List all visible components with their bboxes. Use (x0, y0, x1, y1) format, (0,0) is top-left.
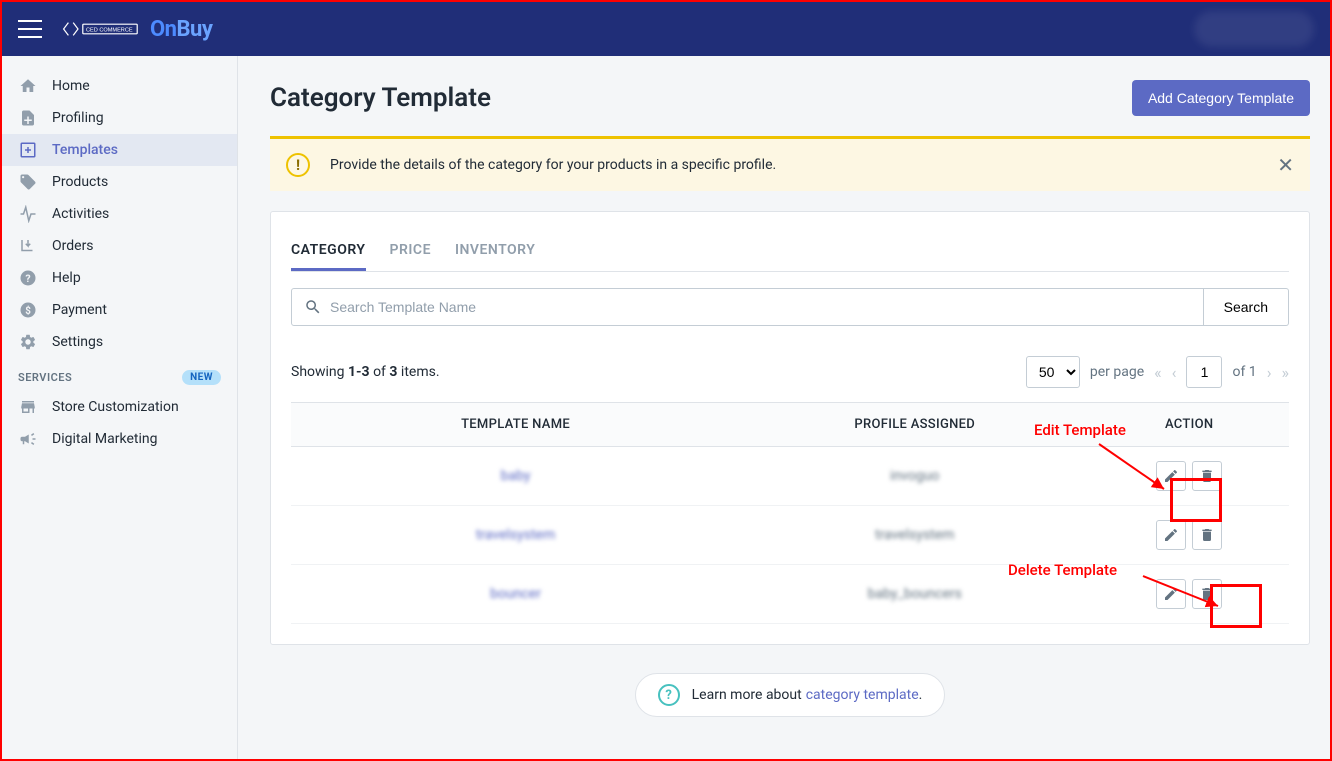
search-button[interactable]: Search (1204, 288, 1289, 326)
edit-button[interactable] (1156, 579, 1186, 609)
pager-prev[interactable]: ‹ (1172, 363, 1177, 382)
nav-store-customization[interactable]: Store Customization (2, 391, 237, 423)
add-category-template-button[interactable]: Add Category Template (1132, 80, 1310, 116)
nav-profiling[interactable]: Profiling (2, 102, 237, 134)
orders-icon (18, 236, 38, 256)
tabs: CATEGORY PRICE INVENTORY (291, 232, 1289, 272)
page-of-label: of 1 (1232, 364, 1256, 380)
col-profile-assigned: PROFILE ASSIGNED (740, 403, 1089, 447)
tab-price[interactable]: PRICE (390, 232, 431, 271)
nav-products[interactable]: Products (2, 166, 237, 198)
learn-more-pill: ? Learn more about category template. (635, 673, 946, 717)
nav-settings[interactable]: Settings (2, 326, 237, 358)
svg-text:CED COMMERCE: CED COMMERCE (86, 27, 133, 33)
profiling-icon (18, 108, 38, 128)
activities-icon (18, 204, 38, 224)
col-template-name: TEMPLATE NAME (291, 403, 740, 447)
home-icon (18, 76, 38, 96)
nav-templates[interactable]: Templates (2, 134, 237, 166)
table-row: baby invoguo (291, 447, 1289, 506)
search-input[interactable] (330, 299, 1191, 315)
main-content: Category Template Add Category Template … (238, 56, 1330, 759)
template-card: CATEGORY PRICE INVENTORY Search Showing … (270, 211, 1310, 645)
page-input[interactable] (1186, 356, 1222, 388)
nav-orders[interactable]: Orders (2, 230, 237, 262)
pager-first[interactable]: « (1154, 363, 1162, 382)
template-table: TEMPLATE NAME PROFILE ASSIGNED ACTION ba… (291, 402, 1289, 624)
info-alert: ! Provide the details of the category fo… (270, 136, 1310, 191)
table-row: bouncer baby_bouncers (291, 565, 1289, 624)
delete-button[interactable] (1192, 579, 1222, 609)
template-name-link[interactable]: bouncer (490, 586, 541, 602)
nav-digital-marketing[interactable]: Digital Marketing (2, 423, 237, 455)
delete-button[interactable] (1192, 461, 1222, 491)
learn-more-text: Learn more about (692, 687, 802, 703)
result-count: Showing 1-3 of 3 items. (291, 364, 440, 380)
topbar: CED COMMERCE OnBuy (2, 2, 1330, 56)
alert-text: Provide the details of the category for … (330, 157, 776, 173)
template-name-link[interactable]: travelsystem (476, 527, 555, 543)
search-icon (304, 298, 322, 316)
settings-icon (18, 332, 38, 352)
payment-icon: $ (18, 300, 38, 320)
svg-text:$: $ (25, 306, 31, 317)
store-icon (18, 397, 38, 417)
new-badge: NEW (182, 370, 221, 385)
ced-commerce-logo: CED COMMERCE (62, 17, 142, 41)
profile-assigned: baby_bouncers (868, 586, 962, 602)
search-box (291, 288, 1204, 326)
edit-button[interactable] (1156, 520, 1186, 550)
alert-icon: ! (286, 153, 310, 177)
nav-payment[interactable]: $Payment (2, 294, 237, 326)
table-row: travelsystem travelsystem (291, 506, 1289, 565)
menu-toggle[interactable] (18, 20, 42, 38)
profile-assigned: travelsystem (875, 527, 954, 543)
question-icon: ? (658, 684, 680, 706)
nav-activities[interactable]: Activities (2, 198, 237, 230)
tab-category[interactable]: CATEGORY (291, 232, 366, 271)
user-avatar[interactable] (1194, 11, 1314, 47)
alert-close[interactable]: ✕ (1277, 153, 1294, 177)
delete-button[interactable] (1192, 520, 1222, 550)
learn-more-link[interactable]: category template (806, 687, 919, 703)
template-name-link[interactable]: baby (501, 468, 531, 484)
page-title: Category Template (270, 83, 491, 113)
sidebar: Home Profiling Templates Products Activi… (2, 56, 238, 759)
products-icon (18, 172, 38, 192)
nav-home[interactable]: Home (2, 70, 237, 102)
profile-assigned: invoguo (890, 468, 939, 484)
per-page-label: per page (1090, 364, 1144, 380)
svg-text:?: ? (25, 272, 30, 285)
help-icon: ? (18, 268, 38, 288)
per-page-select[interactable]: 50 (1026, 356, 1080, 388)
sidebar-services-header: SERVICES NEW (2, 358, 237, 391)
templates-icon (18, 140, 38, 160)
onbuy-logo: OnBuy (150, 17, 212, 42)
nav-help[interactable]: ?Help (2, 262, 237, 294)
col-action: ACTION (1089, 403, 1289, 447)
marketing-icon (18, 429, 38, 449)
pager-next[interactable]: › (1267, 363, 1272, 382)
tab-inventory[interactable]: INVENTORY (455, 232, 535, 271)
pager: 50 per page « ‹ of 1 › » (1026, 356, 1289, 388)
edit-button[interactable] (1156, 461, 1186, 491)
pager-last[interactable]: » (1282, 363, 1290, 382)
